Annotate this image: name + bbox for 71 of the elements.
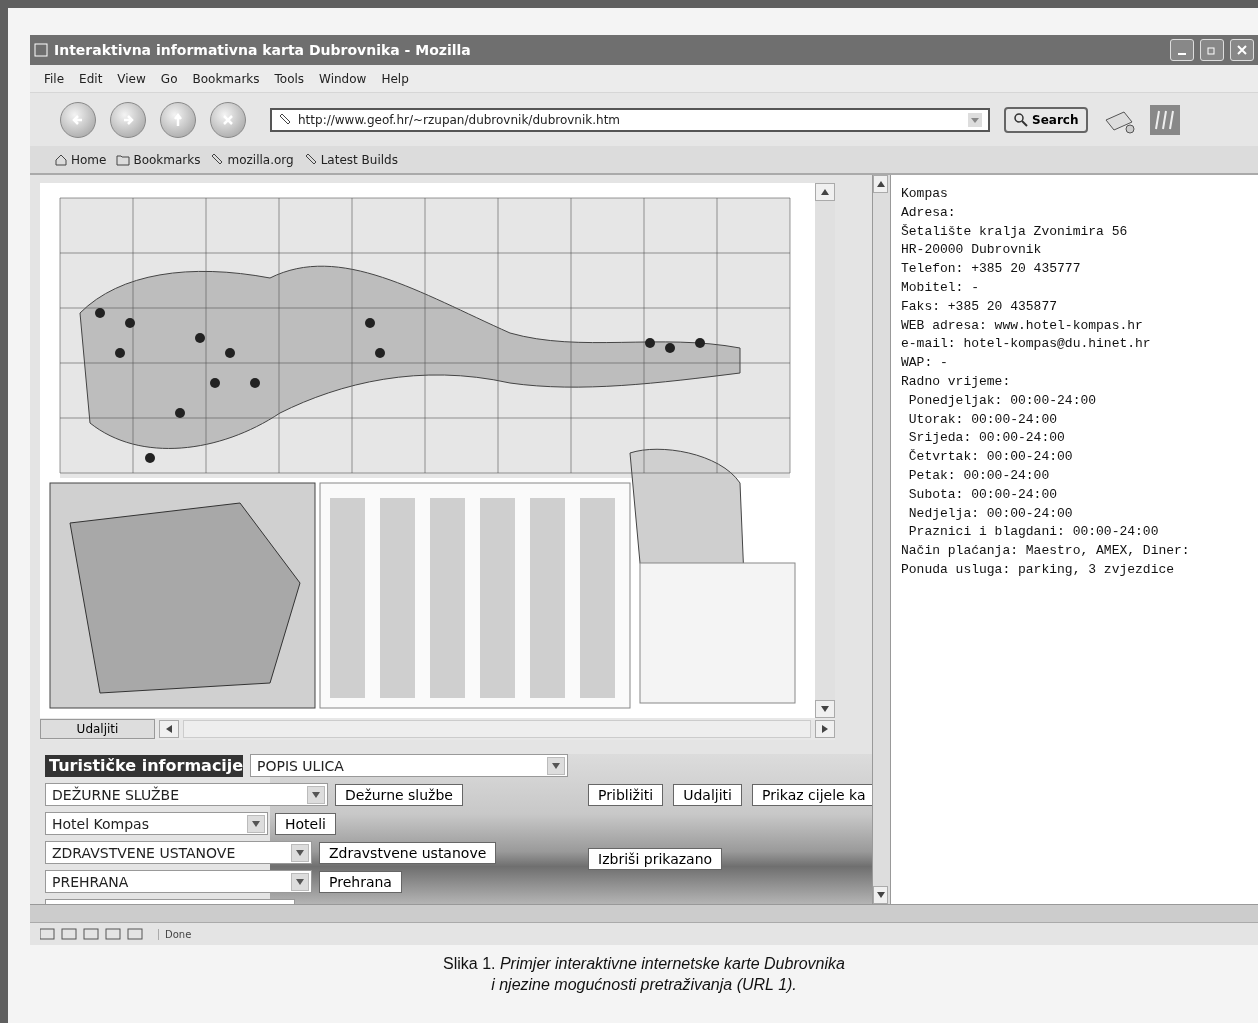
menu-item[interactable]: Edit <box>79 71 103 86</box>
left-arrow-icon <box>166 725 172 733</box>
map-view-button[interactable]: Prikaz cijele ka <box>752 784 872 806</box>
stop-button[interactable] <box>210 101 246 138</box>
logo-icon <box>1150 104 1181 135</box>
reload-button[interactable] <box>160 101 196 138</box>
link-icon <box>278 112 292 127</box>
link-icon <box>210 152 225 167</box>
menu-item[interactable]: Go <box>160 71 178 86</box>
bookmark-link[interactable]: mozilla.org <box>210 152 294 167</box>
back-button[interactable] <box>60 101 96 138</box>
window-title: Interaktivna informativna karta Dubrovnika - Mozilla <box>54 42 472 58</box>
category-button[interactable]: Zdravstvene ustanove <box>319 841 497 864</box>
link-icon <box>303 152 318 167</box>
map-view-button[interactable]: Udaljiti <box>673 784 742 806</box>
caret-icon <box>296 849 304 856</box>
bookmark-link[interactable]: Home <box>54 152 107 167</box>
up-arrow-icon <box>821 189 829 195</box>
category-button[interactable]: Prehrana <box>319 870 402 893</box>
dropdown-icon <box>968 112 982 127</box>
scroll-right-button[interactable] <box>815 720 835 738</box>
search-icon <box>1014 112 1028 127</box>
right-arrow-icon <box>822 725 828 733</box>
down-arrow-icon <box>821 706 829 712</box>
menu-item[interactable]: Help <box>381 71 409 86</box>
scroll-up-button[interactable] <box>873 175 888 193</box>
menu-item[interactable]: Tools <box>274 71 305 86</box>
category-button[interactable]: Dežurne službe <box>335 783 463 806</box>
scroll-down-button[interactable] <box>815 700 835 718</box>
scroll-left-button[interactable] <box>159 720 179 738</box>
app-icon <box>34 43 48 57</box>
street-select[interactable]: POPIS ULICA <box>250 754 568 777</box>
bookmark-link[interactable]: Bookmarks <box>116 152 201 167</box>
category-button[interactable]: Hoteli <box>275 812 336 835</box>
down-arrow-icon <box>876 892 885 898</box>
restore-icon <box>1207 45 1217 55</box>
figure-caption: Slika 1. Primjer interaktivne internetske karte Dubrovnika <box>443 954 845 974</box>
horizontal-scrollbar[interactable] <box>30 904 1258 922</box>
minimize-button[interactable] <box>1170 39 1194 61</box>
hotel-details-text: Kompas Adresa: Šetalište kralja Zvonimira 56 HR-20000 Dubrovnik Telefon: +385 20 435777 Mobitel: - Faks: +385 20 435877 WEB adresa: www.hotel-kompas.hr e-mail: hotel-kompas@du.hinet.hr WAP: - Radno vrijeme: Ponedjeljak: 00:00-24:00 Utorak: 00:00-24:00 Srijeda: 00:00-24:00 Četvrtak: 00:00-24:00 Petak: 00:00-24:00 Subota: 00:00-24:00 Nedjelja: 00:00-24:00 Praznici i blagdani: 00:00-24:00 Način plaćanja: Maestro, AMEX, Diner: Ponuda usluga: parking, 3 zvjezdice <box>901 185 1191 579</box>
up-arrow-icon <box>876 181 885 187</box>
close-button[interactable] <box>1230 39 1254 61</box>
restore-button[interactable] <box>1200 39 1224 61</box>
scroll-up-button[interactable] <box>815 183 835 201</box>
figure-caption: i njezine mogućnosti pretraživanja (URL 1). <box>491 975 797 995</box>
category-select[interactable]: DEŽURNE SLUŽBE <box>45 783 328 806</box>
status-text: Done <box>158 928 192 940</box>
category-select[interactable]: ZDRAVSTVENE USTANOVE <box>45 841 312 864</box>
section-heading: Turističke informacije <box>45 754 243 777</box>
search-button[interactable]: Search <box>1004 106 1089 133</box>
zoom-out-button[interactable]: Udaljiti <box>40 719 155 739</box>
menu-item[interactable]: View <box>117 71 146 86</box>
caret-icon <box>552 762 560 769</box>
menu-item[interactable]: File <box>44 71 65 86</box>
category-select[interactable]: PREHRANA <box>45 870 312 893</box>
clear-button[interactable]: Izbriši prikazano <box>588 848 723 870</box>
map-view-button[interactable]: Približiti <box>588 784 664 806</box>
close-icon <box>1237 45 1247 55</box>
menu-item[interactable]: Bookmarks <box>192 71 260 86</box>
category-select[interactable]: Hotel Kompas <box>45 812 268 835</box>
address-field[interactable]: http://www.geof.hr/~rzupan/dubrovnik/dubrovnik.htm <box>270 107 990 132</box>
house-icon <box>54 152 68 167</box>
minimize-icon <box>1178 53 1186 55</box>
bookmark-link[interactable]: Latest Builds <box>303 152 398 167</box>
scroll-down-button[interactable] <box>873 886 888 904</box>
caret-icon <box>252 820 260 827</box>
forward-button[interactable] <box>110 101 146 138</box>
menu-item[interactable]: Window <box>319 71 367 86</box>
caret-icon <box>312 791 320 798</box>
folder-icon <box>116 152 131 167</box>
caret-icon <box>296 878 304 885</box>
